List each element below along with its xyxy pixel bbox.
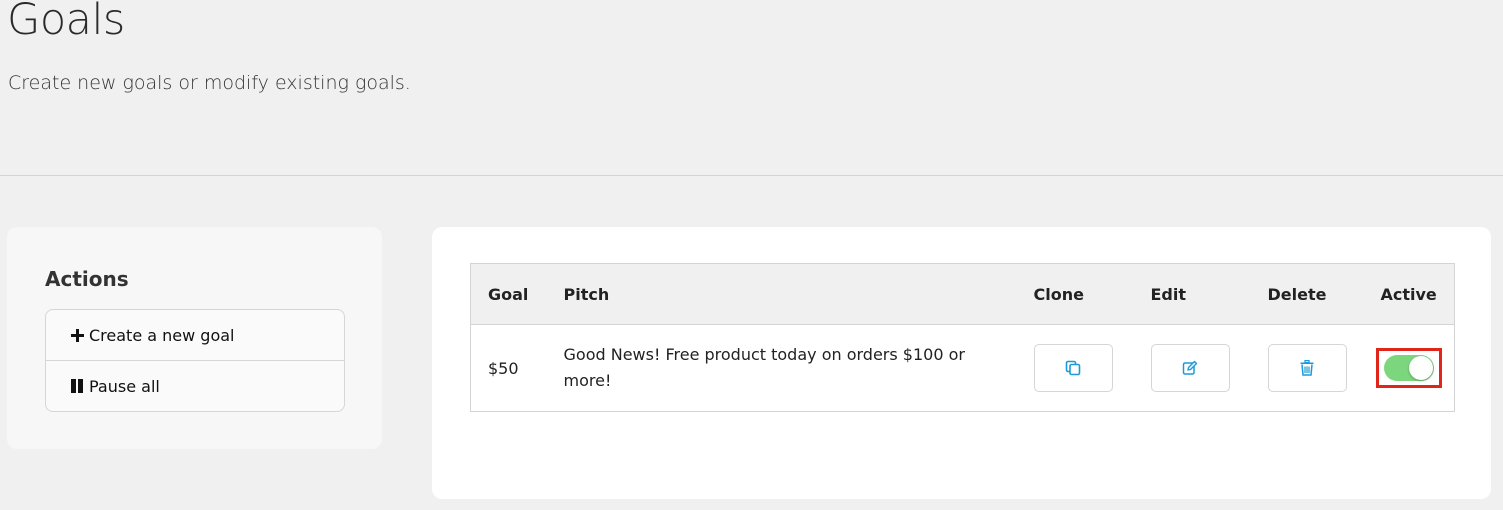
pitch-text: Good News! Free product today on orders … <box>563 345 965 390</box>
goals-table: Goal Pitch Clone Edit Delete Active $50 … <box>470 263 1455 412</box>
pause-all-button[interactable]: Pause all <box>46 360 344 411</box>
goals-table-card: Goal Pitch Clone Edit Delete Active $50 … <box>432 227 1491 499</box>
pause-all-label: Pause all <box>89 376 160 396</box>
trash-icon <box>1300 360 1314 376</box>
active-toggle-highlight <box>1375 348 1442 388</box>
actions-list: Create a new goal Pause all <box>45 309 345 412</box>
toggle-knob <box>1408 356 1433 380</box>
active-toggle[interactable] <box>1383 355 1434 381</box>
column-header-edit: Edit <box>1150 263 1268 325</box>
clone-cell <box>1033 325 1151 412</box>
delete-cell <box>1267 325 1381 412</box>
table-header-row: Goal Pitch Clone Edit Delete Active <box>470 263 1455 325</box>
page-title: Goals <box>7 0 125 45</box>
column-header-pitch: Pitch <box>563 263 1034 325</box>
header-divider <box>0 175 1503 176</box>
pitch-cell: Good News! Free product today on orders … <box>564 325 1034 412</box>
create-goal-button[interactable]: Create a new goal <box>46 310 344 360</box>
actions-title: Actions <box>45 267 129 291</box>
delete-button[interactable] <box>1267 344 1347 392</box>
copy-icon <box>1065 360 1081 376</box>
edit-button[interactable] <box>1150 344 1230 392</box>
goal-amount: $50 <box>488 358 519 378</box>
create-goal-label: Create a new goal <box>89 325 235 345</box>
edit-icon <box>1182 360 1198 375</box>
column-header-delete: Delete <box>1267 263 1381 325</box>
actions-panel: Actions Create a new goal Pause all <box>7 227 382 449</box>
column-header-active: Active <box>1380 263 1455 325</box>
page-subtitle: Create new goals or modify existing goal… <box>8 72 411 94</box>
table-row: $50 Good News! Free product today on ord… <box>471 325 1455 412</box>
clone-button[interactable] <box>1033 344 1113 392</box>
active-cell <box>1375 325 1455 412</box>
pause-icon <box>70 379 84 393</box>
plus-icon <box>70 328 84 342</box>
column-header-clone: Clone <box>1033 263 1151 325</box>
column-header-goal: Goal <box>470 263 564 325</box>
edit-cell <box>1150 325 1268 412</box>
